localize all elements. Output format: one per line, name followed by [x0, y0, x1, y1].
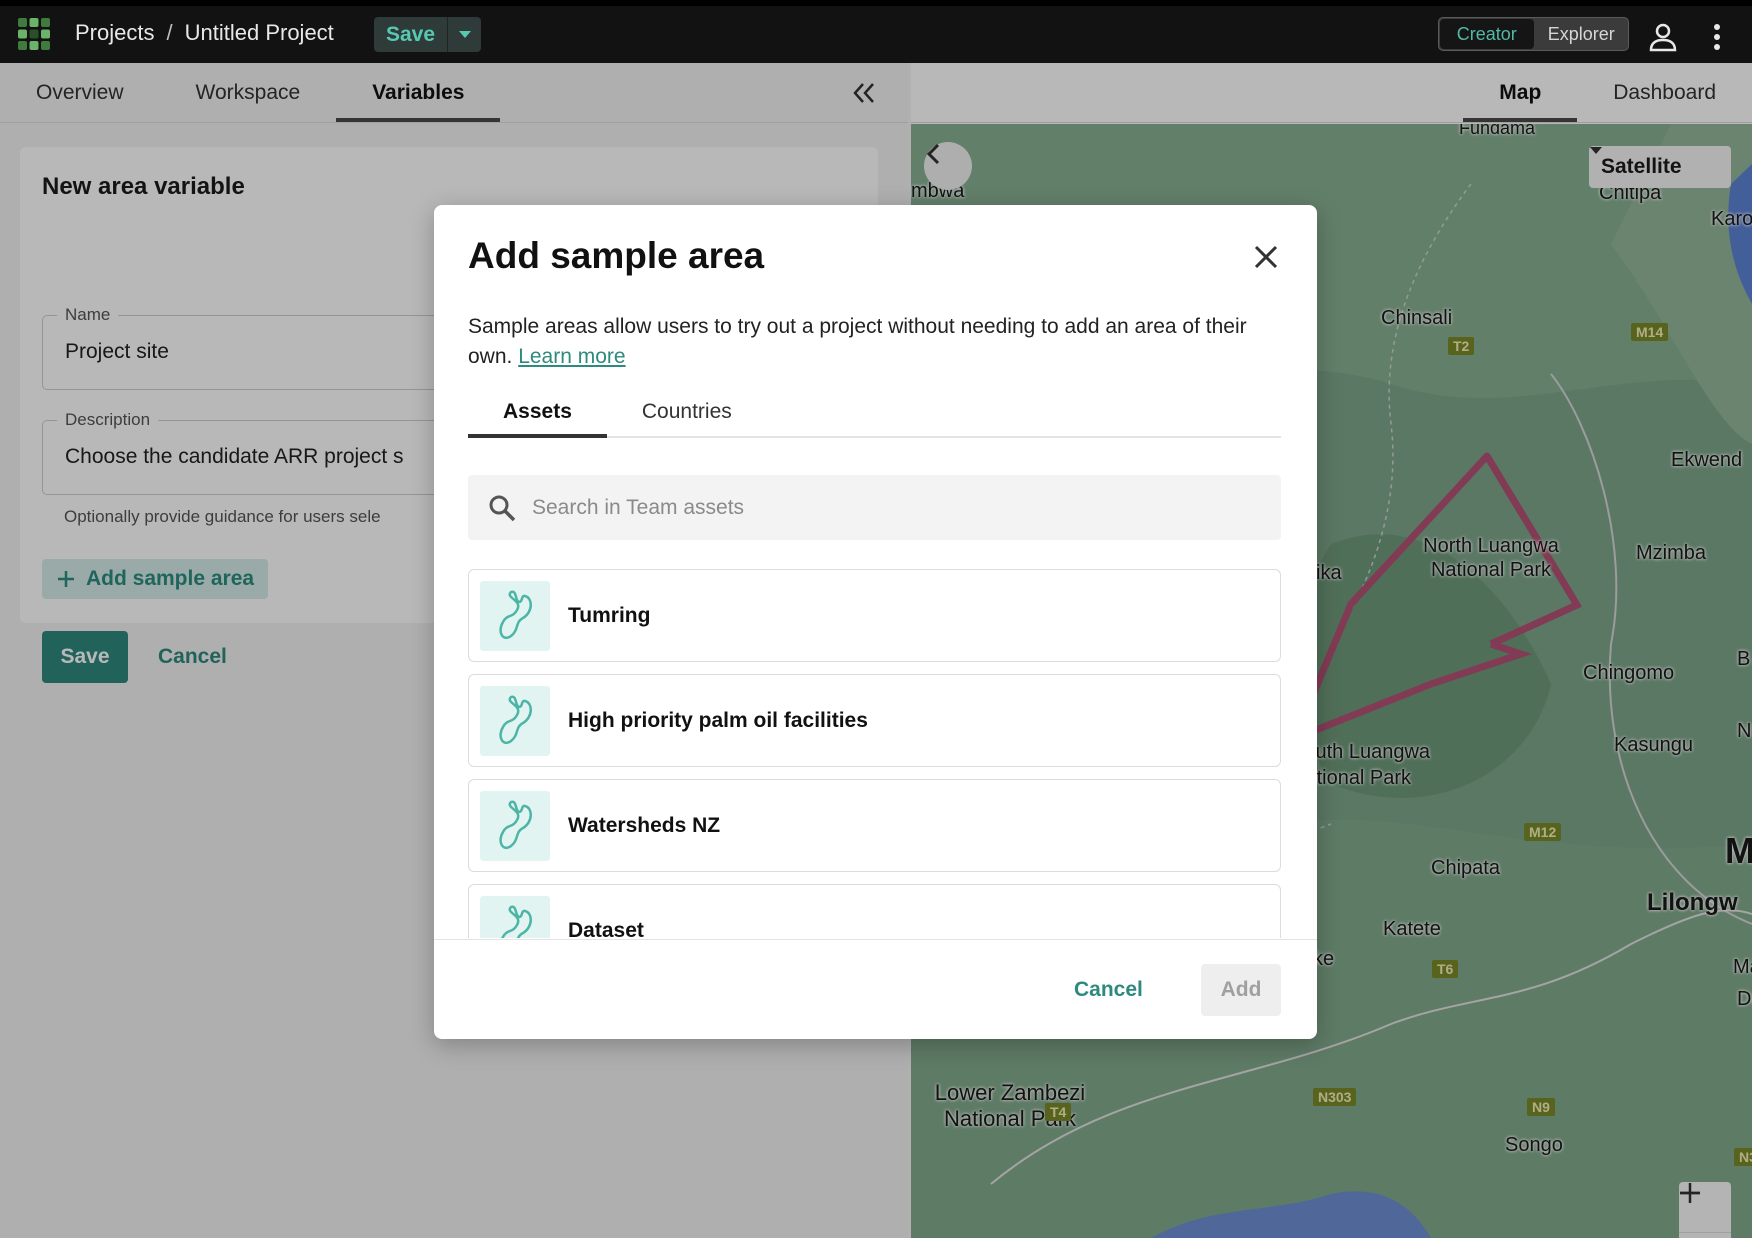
dialog-cancel-button[interactable]: Cancel	[1074, 978, 1143, 1002]
area-asset-icon	[480, 790, 550, 861]
breadcrumb: Projects / Untitled Project	[75, 20, 334, 46]
asset-name: Dataset	[568, 918, 644, 939]
add-sample-area-dialog: Add sample area Sample areas allow users…	[434, 205, 1317, 1039]
caret-down-icon	[458, 30, 471, 38]
mode-explorer-button[interactable]: Explorer	[1535, 18, 1629, 50]
dialog-description: Sample areas allow users to try out a pr…	[468, 312, 1288, 372]
dialog-title: Add sample area	[468, 235, 765, 276]
top-bar: Projects / Untitled Project Save Creator…	[0, 0, 1752, 63]
more-options-icon[interactable]	[1705, 22, 1729, 52]
save-button-group: Save	[374, 17, 482, 52]
list-item[interactable]: Dataset	[468, 884, 1281, 938]
area-asset-icon	[480, 580, 550, 651]
app-logo-icon[interactable]	[16, 16, 52, 52]
list-item[interactable]: Tumring	[468, 569, 1281, 662]
area-asset-icon	[480, 685, 550, 756]
search-icon	[489, 495, 516, 521]
list-item[interactable]: High priority palm oil facilities	[468, 674, 1281, 767]
dialog-footer: Cancel Add	[434, 939, 1317, 1039]
tab-countries[interactable]: Countries	[607, 381, 767, 436]
list-item[interactable]: Watersheds NZ	[468, 779, 1281, 872]
save-options-dropdown[interactable]	[447, 17, 481, 52]
learn-more-link[interactable]: Learn more	[518, 345, 625, 368]
asset-search	[468, 475, 1281, 540]
mode-creator-button[interactable]: Creator	[1440, 19, 1534, 49]
dialog-tabs: Assets Countries	[468, 381, 1281, 438]
breadcrumb-projects-link[interactable]: Projects	[75, 20, 154, 46]
user-icon[interactable]	[1648, 22, 1678, 52]
asset-name: Watersheds NZ	[568, 813, 721, 837]
area-asset-icon	[480, 895, 550, 938]
breadcrumb-separator: /	[166, 20, 173, 45]
mode-toggle: Creator Explorer	[1438, 17, 1629, 51]
header-save-button[interactable]: Save	[374, 17, 447, 52]
asset-name: Tumring	[568, 603, 651, 627]
project-name[interactable]: Untitled Project	[185, 20, 334, 46]
dialog-add-button[interactable]: Add	[1201, 964, 1281, 1016]
search-input[interactable]	[532, 495, 1232, 520]
asset-list: Tumring High priority palm oil facilitie…	[468, 569, 1281, 938]
close-icon[interactable]	[1250, 241, 1282, 273]
tab-assets[interactable]: Assets	[468, 381, 607, 438]
asset-name: High priority palm oil facilities	[568, 708, 868, 732]
